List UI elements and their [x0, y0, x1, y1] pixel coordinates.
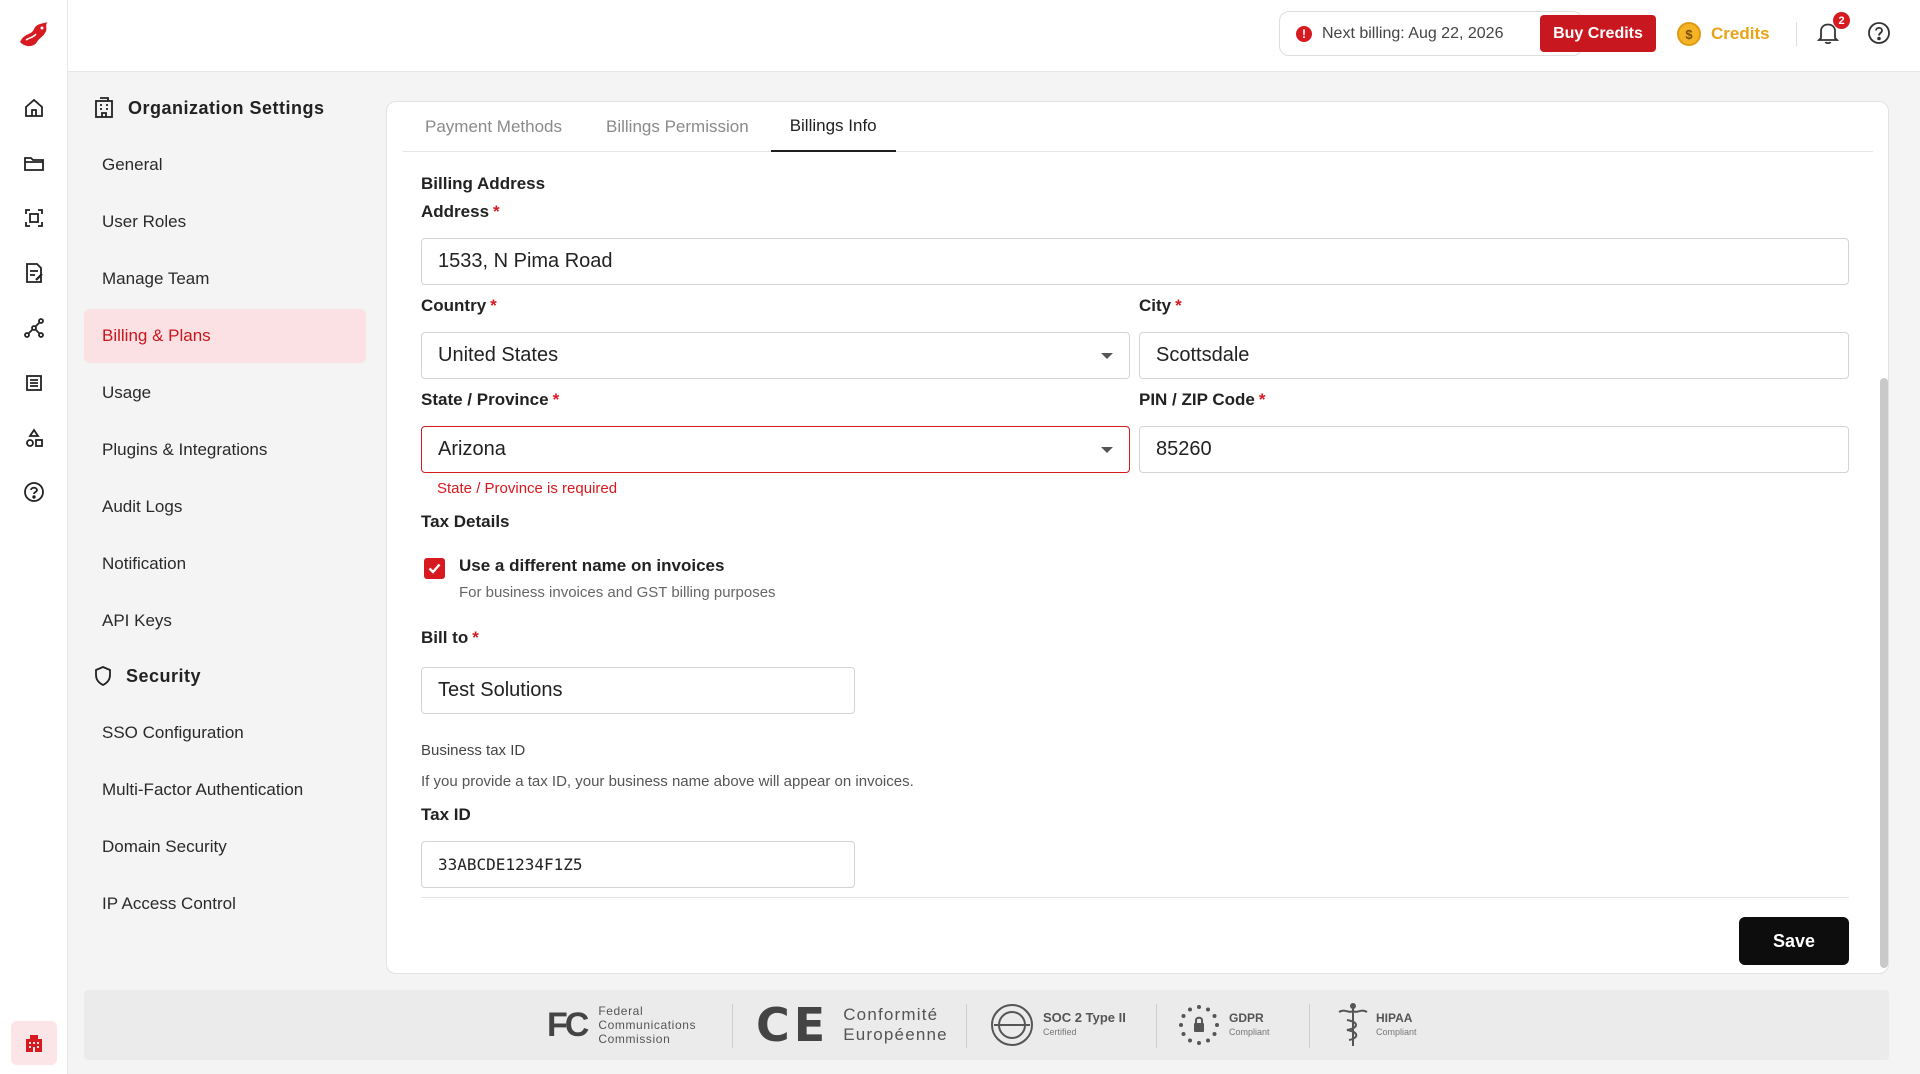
state-label: State / Province *: [421, 390, 560, 409]
menu-item-domain-security[interactable]: Domain Security: [84, 820, 366, 874]
workflow-icon[interactable]: [20, 314, 48, 342]
shapes-icon[interactable]: [20, 424, 48, 452]
footer-separator: [732, 1004, 733, 1048]
table-icon[interactable]: [20, 369, 48, 397]
address-input[interactable]: 1533, N Pima Road: [421, 238, 1849, 285]
caduceus-icon: [1338, 1003, 1368, 1046]
tax-id-label: Tax ID: [421, 805, 471, 824]
bill-to-input[interactable]: Test Solutions: [421, 667, 855, 714]
city-label: City *: [1139, 296, 1182, 315]
icon-rail: [0, 0, 68, 1074]
country-select[interactable]: United States: [421, 332, 1130, 379]
fcc-badge: FC Federal Communications Commission: [547, 1004, 697, 1046]
chevron-down-icon: [1101, 447, 1113, 453]
folder-icon[interactable]: [20, 149, 48, 177]
help-circle-icon[interactable]: [1866, 20, 1894, 48]
next-billing-text: Next billing: Aug 22, 2026: [1322, 24, 1504, 42]
address-label: Address *: [421, 202, 500, 221]
save-button[interactable]: Save: [1739, 917, 1849, 965]
ce-logo-icon: CE: [756, 998, 830, 1052]
eu-stars-lock-icon: [1179, 1005, 1219, 1045]
country-label: Country *: [421, 296, 497, 315]
notification-count-badge: 2: [1833, 12, 1850, 29]
tab-billings-info[interactable]: Billings Info: [770, 102, 896, 152]
menu-item-billing-plans[interactable]: Billing & Plans: [84, 309, 366, 363]
scan-icon[interactable]: [20, 204, 48, 232]
security-heading: Security: [84, 658, 378, 694]
topbar-divider: [1796, 22, 1797, 46]
next-billing-indicator: ! Next billing: Aug 22, 2026: [1279, 11, 1583, 56]
card-divider: [421, 897, 1849, 898]
different-name-label[interactable]: Use a different name on invoices: [459, 556, 724, 576]
home-icon[interactable]: [20, 94, 48, 122]
different-name-checkbox[interactable]: [424, 558, 445, 579]
billing-tabs: Payment Methods Billings Permission Bill…: [403, 102, 1873, 152]
tax-id-input[interactable]: 33ABCDE1234F1Z5: [421, 841, 855, 888]
shield-icon: [95, 666, 111, 687]
aicpa-soc-icon: [991, 1004, 1033, 1046]
business-tax-id-label: Business tax ID: [421, 742, 526, 759]
coin-icon: $: [1677, 22, 1701, 46]
menu-item-api-keys[interactable]: API Keys: [84, 594, 366, 648]
menu-item-manage-team[interactable]: Manage Team: [84, 252, 366, 306]
page-scrollbar[interactable]: [1880, 378, 1888, 968]
tax-details-title: Tax Details: [421, 512, 510, 531]
tab-billings-permission[interactable]: Billings Permission: [584, 102, 771, 152]
gdpr-badge: GDPR Compliant: [1177, 1000, 1270, 1050]
menu-item-mfa[interactable]: Multi-Factor Authentication: [84, 763, 366, 817]
billing-address-title: Billing Address: [421, 174, 546, 193]
menu-item-audit-logs[interactable]: Audit Logs: [84, 480, 366, 534]
billing-info-card: Payment Methods Billings Permission Bill…: [386, 101, 1889, 974]
checkmark-icon: [428, 563, 441, 574]
compliance-footer: FC Federal Communications Commission CE …: [84, 990, 1889, 1060]
soc2-badge: SOC 2 Type II Certified: [989, 1000, 1126, 1050]
ce-badge: CE Conformité Européenne: [756, 998, 948, 1052]
menu-item-sso-configuration[interactable]: SSO Configuration: [84, 706, 366, 760]
document-edit-icon[interactable]: [20, 259, 48, 287]
hipaa-badge: HIPAA Compliant: [1336, 1000, 1417, 1050]
bill-to-label: Bill to *: [421, 628, 479, 647]
fcc-logo-icon: FC: [547, 1005, 589, 1044]
footer-separator: [1309, 1004, 1310, 1048]
buy-credits-button[interactable]: Buy Credits: [1540, 15, 1656, 52]
settings-menu: Organization Settings General User Roles…: [84, 90, 378, 931]
info-icon: !: [1296, 25, 1312, 42]
zip-label: PIN / ZIP Code *: [1139, 390, 1266, 409]
organization-icon[interactable]: [11, 1021, 57, 1065]
menu-item-plugins-integrations[interactable]: Plugins & Integrations: [84, 423, 366, 477]
credits-button[interactable]: $ Credits: [1677, 19, 1770, 49]
state-select[interactable]: Arizona: [421, 426, 1130, 473]
menu-item-notification[interactable]: Notification: [84, 537, 366, 591]
menu-item-user-roles[interactable]: User Roles: [84, 195, 366, 249]
organization-settings-heading: Organization Settings: [84, 90, 378, 126]
different-name-hint: For business invoices and GST billing pu…: [459, 584, 776, 601]
zip-input[interactable]: 85260: [1139, 426, 1849, 473]
state-error-message: State / Province is required: [437, 480, 618, 497]
footer-separator: [1156, 1004, 1157, 1048]
chevron-down-icon: [1101, 353, 1113, 359]
tax-id-hint: If you provide a tax ID, your business n…: [421, 773, 914, 790]
footer-separator: [966, 1004, 967, 1048]
credits-label: Credits: [1711, 24, 1770, 43]
menu-item-ip-access-control[interactable]: IP Access Control: [84, 877, 366, 931]
brand-logo-icon[interactable]: [17, 20, 51, 50]
city-input[interactable]: Scottsdale: [1139, 332, 1849, 379]
menu-item-general[interactable]: General: [84, 138, 366, 192]
tab-payment-methods[interactable]: Payment Methods: [403, 102, 584, 152]
building-icon: [95, 97, 113, 118]
help-icon[interactable]: [20, 479, 48, 507]
menu-item-usage[interactable]: Usage: [84, 366, 366, 420]
